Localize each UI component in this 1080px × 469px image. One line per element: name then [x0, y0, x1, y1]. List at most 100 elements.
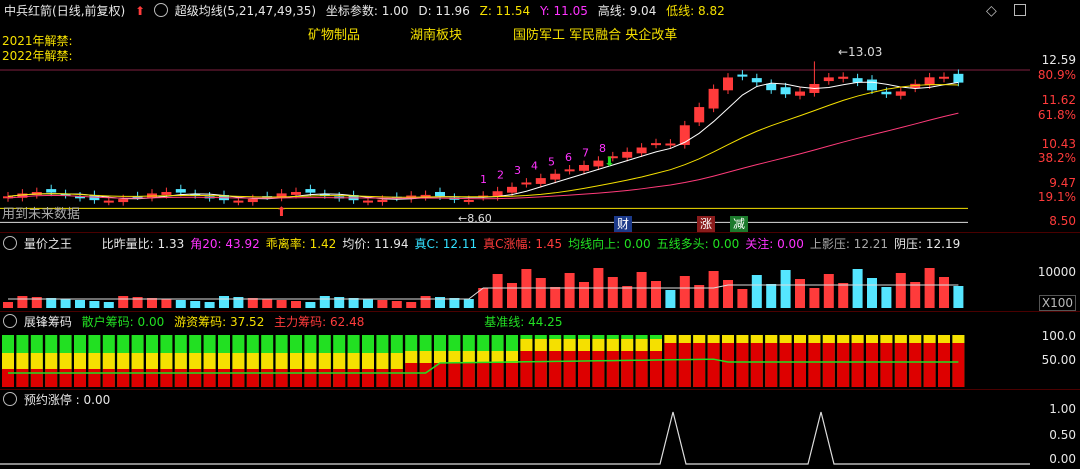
chip-yellow — [160, 353, 173, 369]
chip-yellow — [261, 353, 274, 369]
candle — [247, 199, 258, 203]
candle — [593, 160, 604, 167]
candle — [46, 189, 57, 193]
candle — [103, 200, 114, 203]
chip-red — [45, 369, 58, 387]
main-force-chip: 主力筹码: 62.48 — [274, 315, 365, 329]
chip-yellow — [606, 339, 619, 351]
chip-red — [304, 369, 317, 387]
volume-indicator-name[interactable]: 量价之王 — [24, 233, 72, 255]
chip-red — [246, 369, 259, 387]
period-label[interactable]: (日线,前复权) — [52, 0, 125, 22]
chip-yellow — [650, 339, 662, 351]
chip-axis-100: 100.0 — [1041, 329, 1076, 343]
chip-yellow — [30, 353, 43, 369]
chip-red — [88, 369, 101, 387]
candle — [723, 77, 733, 91]
settings-icon[interactable] — [3, 314, 17, 328]
count-label-7: 7 — [582, 147, 589, 160]
future-data-note: 用到未来数据 — [2, 207, 81, 222]
volume-bar — [118, 296, 129, 308]
chip-yellow — [419, 351, 432, 363]
candle — [118, 199, 129, 203]
candle — [665, 143, 676, 146]
volume-item-10: 阴压: 12.19 — [894, 237, 961, 251]
chip-chart[interactable] — [0, 333, 1030, 389]
volume-item-7: 五线多头: 0.00 — [656, 237, 740, 251]
chip-yellow — [592, 339, 605, 351]
chip-yellow — [909, 335, 922, 343]
axis-38-2: 38.2% — [1037, 151, 1076, 165]
chip-yellow — [563, 339, 576, 351]
count-label-1: 1 — [480, 173, 487, 186]
chip-red — [74, 369, 86, 387]
chip-yellow — [578, 339, 590, 351]
volume-bar — [780, 270, 791, 308]
arrow-up-icon: ⬆ — [276, 205, 287, 220]
candle — [161, 192, 172, 195]
candle — [175, 189, 186, 193]
candle — [233, 200, 244, 203]
limit-axis-1: 1.00 — [1049, 402, 1076, 416]
volume-item-4: 真C: 12.11 — [414, 237, 478, 251]
volume-header: 量价之王 比昨量比: 1.33 角20: 43.92 乖离率: 1.42 均价: 11… — [0, 233, 966, 255]
limit-up-chart[interactable] — [0, 400, 1030, 469]
volume-bar — [665, 290, 676, 308]
candle — [795, 91, 805, 96]
diamond-icon[interactable]: ◇ — [986, 3, 997, 19]
price-axis: 12.59 80.9% 11.62 61.8% 10.43 38.2% 9.47… — [1028, 40, 1080, 232]
chip-red — [117, 369, 130, 387]
candle — [751, 78, 762, 83]
chip-yellow — [333, 353, 346, 369]
volume-bar — [406, 302, 417, 308]
settings-icon[interactable] — [153, 3, 168, 17]
candlestick-chart[interactable]: ←13.03 ←8.60 1 2 3 4 5 6 7 8 ⬆ ⬇ — [0, 40, 1030, 232]
volume-bar — [363, 299, 373, 308]
chip-indicator-name[interactable]: 展锋筹码 — [24, 311, 72, 333]
volume-bar — [867, 278, 877, 308]
axis-9-47: 9.47 — [1049, 176, 1076, 190]
tag-reduce[interactable]: 减 — [730, 216, 749, 232]
indicator-name[interactable]: 超级均线(5,21,47,49,35) — [175, 0, 316, 22]
volume-item-3: 均价: 11.94 — [342, 237, 409, 251]
volume-item-0: 比昨量比: 1.33 — [101, 237, 185, 251]
maximize-icon[interactable] — [1014, 4, 1026, 16]
candle — [823, 77, 834, 82]
tag-finance[interactable]: 财 — [614, 216, 633, 232]
axis-19-1: 19.1% — [1037, 190, 1076, 204]
volume-bar — [3, 302, 13, 308]
chip-red — [59, 369, 72, 387]
chip-yellow — [808, 335, 821, 343]
chip-yellow — [117, 353, 130, 369]
chip-yellow — [779, 335, 792, 343]
main-header: 中兵红箭(日线,前复权) ⬆ 超级均线(5,21,47,49,35) 坐标参数:… — [0, 0, 731, 22]
tag-rise[interactable]: 涨 — [697, 216, 716, 232]
chip-red — [678, 343, 691, 387]
volume-bar — [924, 268, 935, 308]
stock-name[interactable]: 中兵红箭 — [4, 0, 52, 22]
volume-bar — [751, 275, 762, 308]
count-label-5: 5 — [548, 155, 555, 168]
settings-icon[interactable] — [3, 236, 17, 250]
chip-red — [851, 343, 864, 387]
volume-bar — [262, 299, 273, 308]
chip-yellow — [146, 353, 158, 369]
chip-yellow — [866, 335, 878, 343]
volume-bar — [103, 302, 114, 308]
volume-bar — [175, 300, 186, 308]
chip-yellow — [491, 351, 504, 363]
chip-yellow — [952, 335, 965, 343]
candle — [737, 74, 748, 77]
count-label-4: 4 — [531, 160, 538, 173]
chip-yellow — [290, 353, 302, 369]
volume-bar — [895, 273, 906, 308]
chip-red — [102, 369, 115, 387]
chip-red — [693, 343, 706, 387]
axis-80-9: 80.9% — [1037, 68, 1076, 82]
chip-red — [707, 343, 720, 387]
chip-yellow — [851, 335, 864, 343]
chip-yellow — [174, 353, 187, 369]
volume-bar — [319, 296, 330, 308]
chip-red — [203, 369, 216, 387]
volume-chart[interactable] — [0, 255, 1030, 311]
